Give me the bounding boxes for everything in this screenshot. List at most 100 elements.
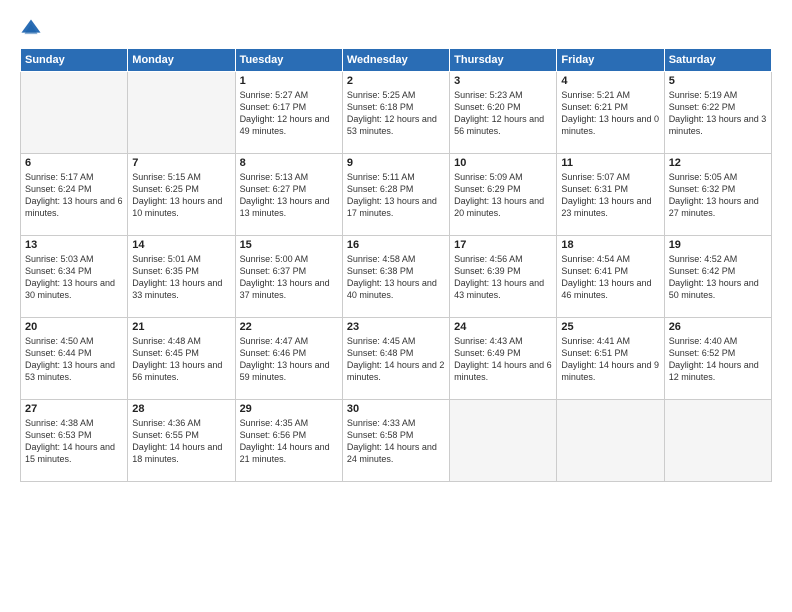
day-header-thursday: Thursday	[450, 49, 557, 72]
cell-info: Sunrise: 5:11 AM Sunset: 6:28 PM Dayligh…	[347, 171, 445, 220]
day-number: 10	[454, 157, 552, 169]
calendar-cell: 4Sunrise: 5:21 AM Sunset: 6:21 PM Daylig…	[557, 72, 664, 154]
cell-info: Sunrise: 5:01 AM Sunset: 6:35 PM Dayligh…	[132, 253, 230, 302]
calendar-week-3: 13 Sunrise: 5:03 AM Sunset: 6:34 PM Dayli…	[21, 236, 772, 318]
calendar-week-1: 1 Sunrise: 5:27 AM Sunset: 6:17 PM Daylig…	[21, 72, 772, 154]
calendar-cell: 18 Sunrise: 4:54 AM Sunset: 6:41 PM Dayli…	[557, 236, 664, 318]
calendar-cell	[450, 400, 557, 482]
cell-info: Sunrise: 5:23 AM Sunset: 6:20 PM Dayligh…	[454, 89, 552, 138]
day-header-monday: Monday	[128, 49, 235, 72]
calendar-cell: 27 Sunrise: 4:38 AM Sunset: 6:53 PM Dayli…	[21, 400, 128, 482]
day-header-tuesday: Tuesday	[235, 49, 342, 72]
calendar-cell: 21 Sunrise: 4:48 AM Sunset: 6:45 PM Dayli…	[128, 318, 235, 400]
calendar-table: SundayMondayTuesdayWednesdayThursdayFrid…	[20, 48, 772, 482]
cell-info: Sunrise: 5:19 AM Sunset: 6:22 PM Dayligh…	[669, 89, 767, 138]
calendar-cell: 2 Sunrise: 5:25 AM Sunset: 6:18 PM Daylig…	[342, 72, 449, 154]
day-number: 26	[669, 321, 767, 333]
calendar-cell	[557, 400, 664, 482]
calendar-cell: 6Sunrise: 5:17 AM Sunset: 6:24 PM Daylig…	[21, 154, 128, 236]
cell-info: Sunrise: 4:56 AM Sunset: 6:39 PM Dayligh…	[454, 253, 552, 302]
calendar-cell: 24Sunrise: 4:43 AM Sunset: 6:49 PM Dayli…	[450, 318, 557, 400]
calendar-cell: 10Sunrise: 5:09 AM Sunset: 6:29 PM Dayli…	[450, 154, 557, 236]
cell-info: Sunrise: 5:21 AM Sunset: 6:21 PM Dayligh…	[561, 89, 659, 138]
calendar-cell: 11 Sunrise: 5:07 AM Sunset: 6:31 PM Dayli…	[557, 154, 664, 236]
day-number: 13	[25, 239, 123, 251]
day-number: 15	[240, 239, 338, 251]
calendar-cell: 7 Sunrise: 5:15 AM Sunset: 6:25 PM Daylig…	[128, 154, 235, 236]
cell-info: Sunrise: 4:33 AM Sunset: 6:58 PM Dayligh…	[347, 417, 445, 466]
day-number: 8	[240, 157, 338, 169]
day-number: 3	[454, 75, 552, 87]
calendar-cell: 17 Sunrise: 4:56 AM Sunset: 6:39 PM Dayli…	[450, 236, 557, 318]
calendar-cell: 14 Sunrise: 5:01 AM Sunset: 6:35 PM Dayli…	[128, 236, 235, 318]
cell-info: Sunrise: 5:27 AM Sunset: 6:17 PM Dayligh…	[240, 89, 338, 138]
cell-info: Sunrise: 4:36 AM Sunset: 6:55 PM Dayligh…	[132, 417, 230, 466]
day-header-sunday: Sunday	[21, 49, 128, 72]
day-number: 16	[347, 239, 445, 251]
day-number: 20	[25, 321, 123, 333]
calendar-cell: 16 Sunrise: 4:58 AM Sunset: 6:38 PM Dayli…	[342, 236, 449, 318]
cell-info: Sunrise: 4:50 AM Sunset: 6:44 PM Dayligh…	[25, 335, 123, 384]
calendar-cell: 30 Sunrise: 4:33 AM Sunset: 6:58 PM Dayli…	[342, 400, 449, 482]
calendar-cell	[664, 400, 771, 482]
cell-info: Sunrise: 5:25 AM Sunset: 6:18 PM Dayligh…	[347, 89, 445, 138]
logo	[20, 18, 44, 40]
cell-info: Sunrise: 5:15 AM Sunset: 6:25 PM Dayligh…	[132, 171, 230, 220]
cell-info: Sunrise: 5:03 AM Sunset: 6:34 PM Dayligh…	[25, 253, 123, 302]
day-number: 18	[561, 239, 659, 251]
calendar-cell: 29 Sunrise: 4:35 AM Sunset: 6:56 PM Dayli…	[235, 400, 342, 482]
calendar-cell: 5 Sunrise: 5:19 AM Sunset: 6:22 PM Daylig…	[664, 72, 771, 154]
day-number: 11	[561, 157, 659, 169]
day-number: 19	[669, 239, 767, 251]
day-number: 6	[25, 157, 123, 169]
day-header-friday: Friday	[557, 49, 664, 72]
calendar-week-2: 6Sunrise: 5:17 AM Sunset: 6:24 PM Daylig…	[21, 154, 772, 236]
day-number: 24	[454, 321, 552, 333]
calendar-cell: 28 Sunrise: 4:36 AM Sunset: 6:55 PM Dayli…	[128, 400, 235, 482]
cell-info: Sunrise: 5:05 AM Sunset: 6:32 PM Dayligh…	[669, 171, 767, 220]
cell-info: Sunrise: 4:45 AM Sunset: 6:48 PM Dayligh…	[347, 335, 445, 384]
logo-icon	[20, 18, 42, 40]
cell-info: Sunrise: 4:48 AM Sunset: 6:45 PM Dayligh…	[132, 335, 230, 384]
day-number: 27	[25, 403, 123, 415]
day-number: 12	[669, 157, 767, 169]
day-number: 7	[132, 157, 230, 169]
day-number: 14	[132, 239, 230, 251]
cell-info: Sunrise: 4:58 AM Sunset: 6:38 PM Dayligh…	[347, 253, 445, 302]
day-number: 30	[347, 403, 445, 415]
cell-info: Sunrise: 5:00 AM Sunset: 6:37 PM Dayligh…	[240, 253, 338, 302]
calendar-cell: 22Sunrise: 4:47 AM Sunset: 6:46 PM Dayli…	[235, 318, 342, 400]
calendar-cell: 13 Sunrise: 5:03 AM Sunset: 6:34 PM Dayli…	[21, 236, 128, 318]
day-header-wednesday: Wednesday	[342, 49, 449, 72]
calendar-week-4: 20 Sunrise: 4:50 AM Sunset: 6:44 PM Dayli…	[21, 318, 772, 400]
day-number: 5	[669, 75, 767, 87]
day-number: 23	[347, 321, 445, 333]
calendar-cell: 15 Sunrise: 5:00 AM Sunset: 6:37 PM Dayli…	[235, 236, 342, 318]
day-number: 28	[132, 403, 230, 415]
day-number: 17	[454, 239, 552, 251]
calendar-cell: 20 Sunrise: 4:50 AM Sunset: 6:44 PM Dayli…	[21, 318, 128, 400]
day-number: 21	[132, 321, 230, 333]
day-number: 22	[240, 321, 338, 333]
day-number: 1	[240, 75, 338, 87]
cell-info: Sunrise: 4:41 AM Sunset: 6:51 PM Dayligh…	[561, 335, 659, 384]
cell-info: Sunrise: 4:38 AM Sunset: 6:53 PM Dayligh…	[25, 417, 123, 466]
cell-info: Sunrise: 5:07 AM Sunset: 6:31 PM Dayligh…	[561, 171, 659, 220]
cell-info: Sunrise: 5:13 AM Sunset: 6:27 PM Dayligh…	[240, 171, 338, 220]
day-number: 2	[347, 75, 445, 87]
day-header-saturday: Saturday	[664, 49, 771, 72]
day-number: 9	[347, 157, 445, 169]
cell-info: Sunrise: 4:35 AM Sunset: 6:56 PM Dayligh…	[240, 417, 338, 466]
header	[20, 18, 772, 40]
calendar-header-row: SundayMondayTuesdayWednesdayThursdayFrid…	[21, 49, 772, 72]
day-number: 29	[240, 403, 338, 415]
calendar-cell: 9 Sunrise: 5:11 AM Sunset: 6:28 PM Daylig…	[342, 154, 449, 236]
calendar-cell: 12 Sunrise: 5:05 AM Sunset: 6:32 PM Dayli…	[664, 154, 771, 236]
calendar-cell: 19 Sunrise: 4:52 AM Sunset: 6:42 PM Dayli…	[664, 236, 771, 318]
cell-info: Sunrise: 4:52 AM Sunset: 6:42 PM Dayligh…	[669, 253, 767, 302]
calendar-cell: 26Sunrise: 4:40 AM Sunset: 6:52 PM Dayli…	[664, 318, 771, 400]
calendar-cell	[128, 72, 235, 154]
calendar-cell	[21, 72, 128, 154]
cell-info: Sunrise: 4:54 AM Sunset: 6:41 PM Dayligh…	[561, 253, 659, 302]
calendar-cell: 25Sunrise: 4:41 AM Sunset: 6:51 PM Dayli…	[557, 318, 664, 400]
